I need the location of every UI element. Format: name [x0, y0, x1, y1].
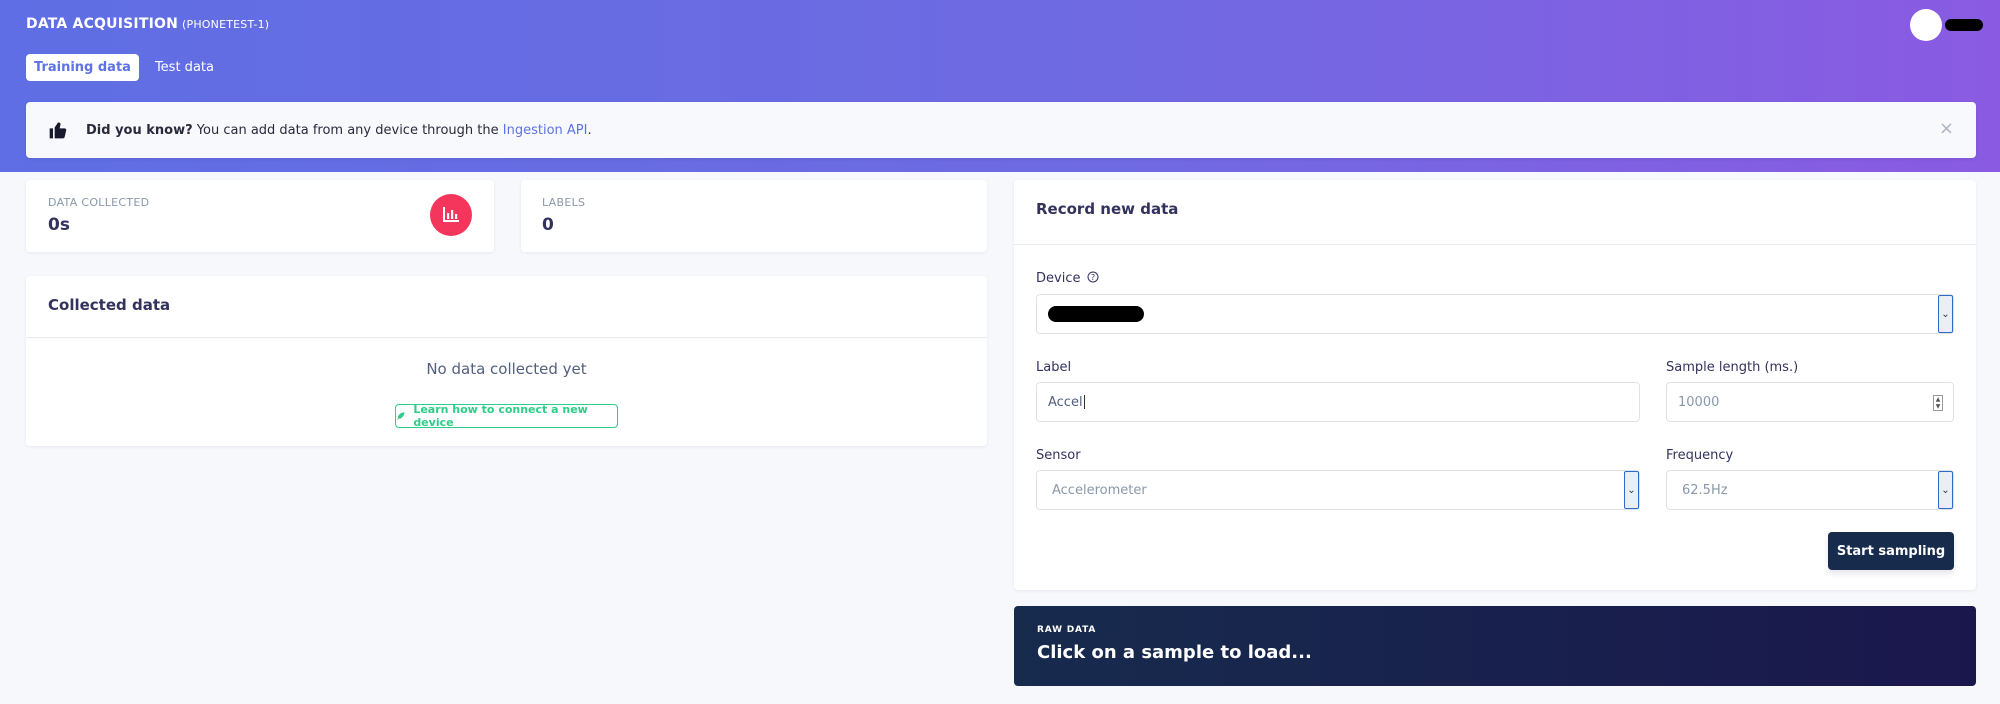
device-label: Device ? — [1036, 271, 1099, 286]
number-stepper-icon[interactable]: ▲ ▼ — [1933, 395, 1943, 411]
start-sampling-button[interactable]: Start sampling — [1828, 532, 1954, 570]
svg-text:?: ? — [1090, 273, 1094, 282]
sensor-select[interactable]: Accelerometer ⌄ — [1036, 470, 1640, 510]
help-icon[interactable]: ? — [1087, 271, 1099, 283]
empty-message: No data collected yet — [426, 360, 587, 378]
bar-chart-icon — [430, 194, 472, 236]
record-new-data-card: Record new data Device ? ⌄ Label Accel S… — [1014, 180, 1976, 590]
sample-length-label: Sample length (ms.) — [1666, 360, 1799, 375]
label-field-label: Label — [1036, 360, 1072, 375]
frequency-label: Frequency — [1666, 448, 1734, 463]
chevron-down-icon[interactable]: ⌄ — [1938, 471, 1953, 509]
project-name: (PHONETEST-1) — [182, 18, 270, 31]
frequency-select[interactable]: 62.5Hz ⌄ — [1666, 470, 1954, 510]
tab-training-data[interactable]: Training data — [26, 54, 139, 81]
sample-length-input[interactable]: 10000 ▲ ▼ — [1666, 382, 1954, 422]
data-collected-card: DATA COLLECTED 0s — [26, 180, 494, 252]
page-title: DATA ACQUISITION (PHONETEST-1) — [26, 16, 270, 32]
data-collected-label: DATA COLLECTED — [48, 196, 150, 209]
collected-data-title: Collected data — [48, 296, 171, 314]
ingestion-api-link[interactable]: Ingestion API — [503, 123, 588, 138]
data-tabs: Training data Test data — [26, 54, 222, 81]
collected-data-card: Collected data No data collected yet Lea… — [26, 276, 987, 446]
raw-data-label: RAW DATA — [1037, 625, 1097, 635]
device-name-redacted — [1048, 306, 1144, 322]
record-new-data-title: Record new data — [1036, 200, 1179, 218]
sensor-label: Sensor — [1036, 448, 1081, 463]
labels-label: LABELS — [542, 196, 586, 209]
tab-test-data[interactable]: Test data — [147, 54, 222, 81]
data-collected-value: 0s — [48, 215, 70, 235]
raw-data-panel: RAW DATA Click on a sample to load... — [1014, 606, 1976, 686]
avatar[interactable] — [1910, 9, 1942, 41]
thumbs-up-icon — [49, 122, 67, 139]
tip-text: Did you know? You can add data from any … — [86, 122, 592, 138]
username-redacted[interactable] — [1945, 19, 1983, 31]
labels-card: LABELS 0 — [521, 180, 987, 252]
label-input[interactable]: Accel — [1036, 382, 1640, 422]
rocket-icon — [396, 412, 405, 420]
learn-connect-device-button[interactable]: Learn how to connect a new device — [395, 403, 618, 429]
tip-banner: Did you know? You can add data from any … — [26, 102, 1976, 158]
chevron-down-icon[interactable]: ⌄ — [1938, 295, 1953, 333]
divider — [1014, 244, 1976, 245]
chevron-down-icon[interactable]: ⌄ — [1624, 471, 1639, 509]
close-icon[interactable]: × — [1939, 118, 1954, 139]
device-select[interactable]: ⌄ — [1036, 294, 1954, 334]
raw-data-message: Click on a sample to load... — [1037, 642, 1312, 663]
labels-value: 0 — [542, 215, 554, 235]
divider — [26, 337, 987, 338]
